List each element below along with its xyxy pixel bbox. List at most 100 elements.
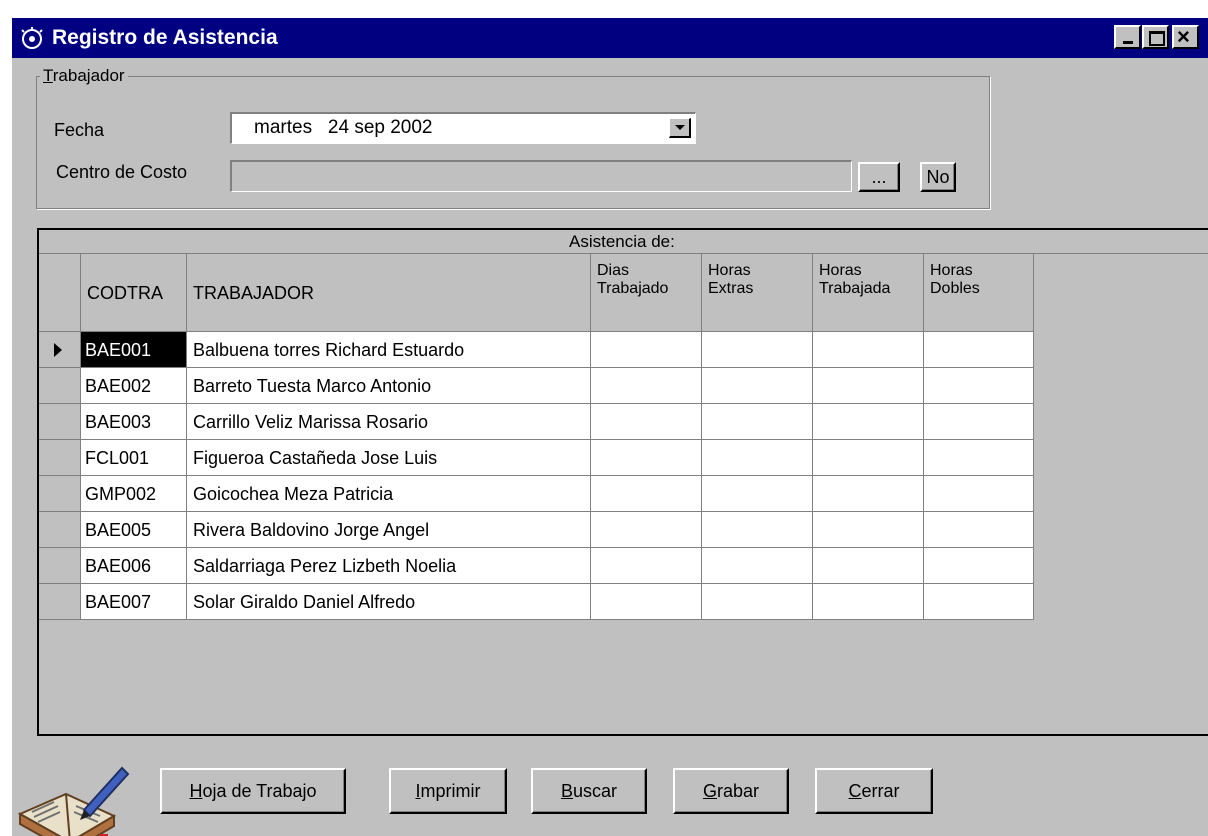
- header-dias-line1: Dias: [597, 262, 630, 279]
- cell-trabajador[interactable]: Figueroa Castañeda Jose Luis: [187, 440, 591, 476]
- header-trabajador[interactable]: TRABAJADOR: [187, 254, 591, 332]
- fecha-date-picker[interactable]: martes 24 sep 2002: [230, 112, 696, 144]
- row-selector[interactable]: [39, 548, 81, 584]
- header-trabajadas-line1: Horas: [819, 262, 862, 279]
- cell-codtra[interactable]: BAE002: [81, 368, 187, 404]
- cell-horas-trabajada[interactable]: [813, 368, 924, 404]
- browse-centro-costo-button[interactable]: ...: [858, 162, 900, 192]
- imprimir-button[interactable]: Imprimir: [389, 768, 507, 814]
- cell-horas-extras[interactable]: [702, 440, 813, 476]
- app-icon: [21, 27, 43, 49]
- close-button[interactable]: ×: [1172, 25, 1199, 49]
- header-dias-trabajado[interactable]: Dias Trabajado: [591, 254, 702, 332]
- row-selector-header: [39, 254, 81, 332]
- cell-horas-dobles[interactable]: [924, 332, 1034, 368]
- window-title: Registro de Asistencia: [52, 26, 278, 49]
- asistencia-group-header: Asistencia de:: [39, 230, 1208, 254]
- cell-horas-dobles[interactable]: [924, 584, 1034, 620]
- cell-dias-trabajado[interactable]: [591, 368, 702, 404]
- cell-codtra[interactable]: GMP002: [81, 476, 187, 512]
- cell-horas-dobles[interactable]: [924, 440, 1034, 476]
- header-extras-line2: Extras: [708, 280, 754, 297]
- cerrar-button[interactable]: Cerrar: [815, 768, 933, 814]
- row-selector[interactable]: [39, 584, 81, 620]
- cell-dias-trabajado[interactable]: [591, 584, 702, 620]
- cell-horas-extras[interactable]: [702, 512, 813, 548]
- cell-dias-trabajado[interactable]: [591, 332, 702, 368]
- title-bar[interactable]: Registro de Asistencia ×: [12, 18, 1208, 58]
- cell-horas-trabajada[interactable]: [813, 476, 924, 512]
- cell-horas-trabajada[interactable]: [813, 332, 924, 368]
- close-icon: ×: [1177, 24, 1190, 49]
- cell-codtra[interactable]: BAE005: [81, 512, 187, 548]
- cell-horas-trabajada[interactable]: [813, 404, 924, 440]
- book-with-pen-icon: [17, 766, 130, 836]
- row-selector[interactable]: [39, 368, 81, 404]
- header-horas-trabajada[interactable]: Horas Trabajada: [813, 254, 924, 332]
- cell-horas-extras[interactable]: [702, 368, 813, 404]
- cell-horas-dobles[interactable]: [924, 404, 1034, 440]
- cell-dias-trabajado[interactable]: [591, 476, 702, 512]
- cell-dias-trabajado[interactable]: [591, 440, 702, 476]
- cell-dias-trabajado[interactable]: [591, 512, 702, 548]
- cell-trabajador[interactable]: Saldarriaga Perez Lizbeth Noelia: [187, 548, 591, 584]
- maximize-button[interactable]: [1142, 25, 1169, 49]
- centro-costo-label: Centro de Costo: [56, 162, 188, 182]
- buscar-button[interactable]: Buscar: [531, 768, 647, 814]
- cell-codtra[interactable]: FCL001: [81, 440, 187, 476]
- cell-horas-dobles[interactable]: [924, 548, 1034, 584]
- no-centro-costo-button[interactable]: No: [920, 162, 956, 192]
- cell-horas-trabajada[interactable]: [813, 440, 924, 476]
- cell-trabajador[interactable]: Rivera Baldovino Jorge Angel: [187, 512, 591, 548]
- cell-horas-dobles[interactable]: [924, 512, 1034, 548]
- row-selector[interactable]: [39, 440, 81, 476]
- cell-codtra[interactable]: BAE006: [81, 548, 187, 584]
- cell-horas-trabajada[interactable]: [813, 548, 924, 584]
- cell-horas-dobles[interactable]: [924, 368, 1034, 404]
- cell-codtra[interactable]: BAE007: [81, 584, 187, 620]
- fecha-value: martes 24 sep 2002: [254, 117, 433, 138]
- cell-horas-trabajada[interactable]: [813, 584, 924, 620]
- cell-horas-extras[interactable]: [702, 584, 813, 620]
- cell-trabajador[interactable]: Balbuena torres Richard Estuardo: [187, 332, 591, 368]
- header-dobles-line1: Horas: [930, 262, 973, 279]
- chevron-down-icon: [675, 125, 685, 130]
- trabajador-group-label: Trabajador: [40, 66, 128, 86]
- maximize-icon: [1149, 31, 1165, 46]
- window: Registro de Asistencia × Trabajador Fech…: [12, 18, 1208, 836]
- header-codtra[interactable]: CODTRA: [81, 254, 187, 332]
- row-selector[interactable]: [39, 404, 81, 440]
- cell-horas-trabajada[interactable]: [813, 512, 924, 548]
- hoja-de-trabajo-button[interactable]: Hoja de Trabajo: [160, 768, 346, 814]
- header-dias-line2: Trabajado: [597, 280, 669, 297]
- cell-trabajador[interactable]: Solar Giraldo Daniel Alfredo: [187, 584, 591, 620]
- cell-trabajador[interactable]: Goicochea Meza Patricia: [187, 476, 591, 512]
- cell-codtra[interactable]: BAE001: [81, 332, 187, 368]
- attendance-grid[interactable]: Asistencia de: CODTRA TRABAJADOR Dias Tr…: [37, 228, 1208, 736]
- minimize-icon: [1123, 41, 1133, 44]
- fecha-dropdown-button[interactable]: [669, 118, 691, 138]
- cell-horas-extras[interactable]: [702, 548, 813, 584]
- header-dobles-line2: Dobles: [930, 280, 980, 297]
- header-horas-extras[interactable]: Horas Extras: [702, 254, 813, 332]
- current-row-pointer-icon: [54, 343, 62, 357]
- minimize-button[interactable]: [1114, 25, 1141, 49]
- fecha-label: Fecha: [54, 120, 105, 140]
- cell-codtra[interactable]: BAE003: [81, 404, 187, 440]
- cell-dias-trabajado[interactable]: [591, 404, 702, 440]
- centro-costo-field[interactable]: [230, 160, 852, 192]
- cell-trabajador[interactable]: Carrillo Veliz Marissa Rosario: [187, 404, 591, 440]
- cell-horas-extras[interactable]: [702, 332, 813, 368]
- row-selector[interactable]: [39, 512, 81, 548]
- row-selector[interactable]: [39, 476, 81, 512]
- cell-horas-extras[interactable]: [702, 404, 813, 440]
- row-selector[interactable]: [39, 332, 81, 368]
- header-trabajadas-line2: Trabajada: [819, 280, 891, 297]
- cell-horas-extras[interactable]: [702, 476, 813, 512]
- grabar-button[interactable]: Grabar: [673, 768, 789, 814]
- cell-trabajador[interactable]: Barreto Tuesta Marco Antonio: [187, 368, 591, 404]
- header-extras-line1: Horas: [708, 262, 751, 279]
- header-horas-dobles[interactable]: Horas Dobles: [924, 254, 1034, 332]
- cell-dias-trabajado[interactable]: [591, 548, 702, 584]
- cell-horas-dobles[interactable]: [924, 476, 1034, 512]
